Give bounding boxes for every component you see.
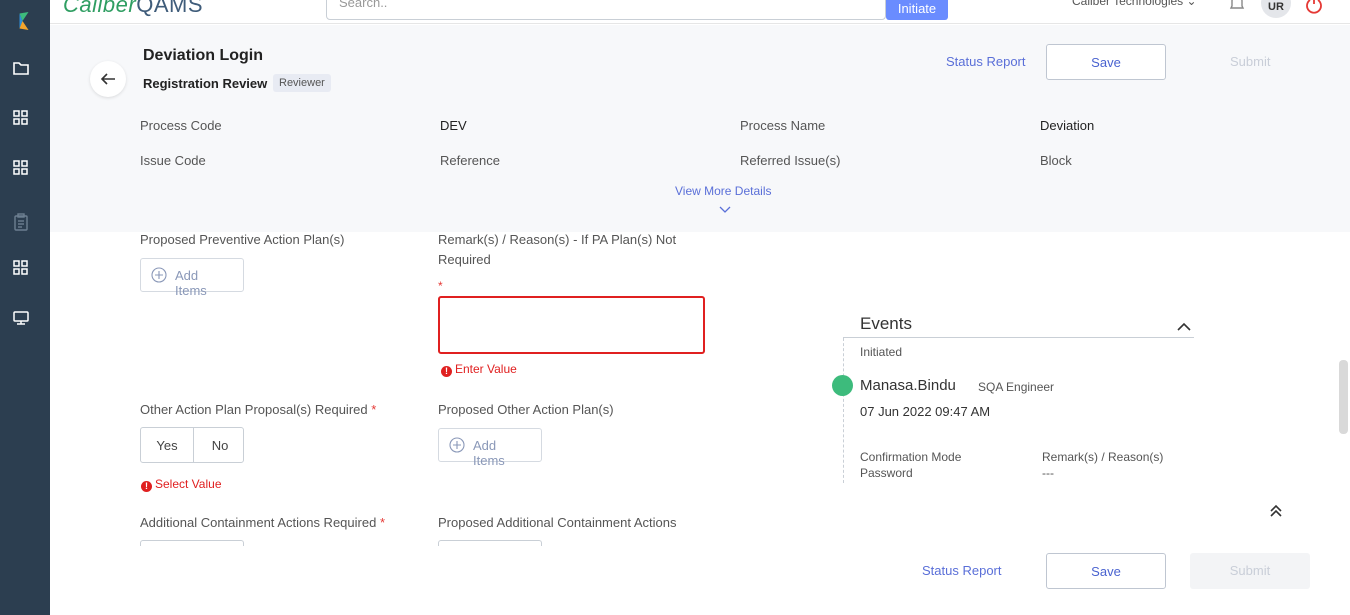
dashboard-icon[interactable]	[12, 109, 30, 127]
pa-remark-textarea[interactable]	[438, 296, 705, 354]
select-value-error: ! Select Value	[141, 477, 222, 492]
confirmation-mode-value: Password	[860, 466, 913, 480]
timeline-line	[843, 338, 844, 483]
reference-label: Reference	[440, 153, 500, 168]
add-items-label: Add Items	[175, 268, 207, 298]
page-title: Deviation Login	[143, 47, 263, 64]
submit-button-bottom[interactable]: Submit	[1190, 553, 1310, 589]
process-name-value: Deviation	[1040, 118, 1095, 133]
other-add-items-button[interactable]: Add Items	[438, 428, 542, 468]
additional-label: Additional Containment Actions Required …	[140, 515, 385, 530]
process-name-label: Process Name	[740, 118, 826, 133]
block-label: Block	[1040, 153, 1072, 168]
initiate-button[interactable]: Initiate	[886, 0, 948, 20]
monitor-icon[interactable]	[12, 309, 30, 327]
chevron-down-icon: ⌄	[1186, 0, 1197, 8]
role-badge: Reviewer	[273, 74, 331, 92]
back-button[interactable]	[90, 61, 126, 97]
pa-add-items-button[interactable]: Add Items	[140, 258, 244, 298]
scroll-to-top-icon[interactable]	[1268, 503, 1284, 524]
error-icon: !	[441, 366, 452, 377]
scrollbar-thumb[interactable]	[1339, 360, 1348, 434]
event-remarks-label: Remark(s) / Reason(s)	[1042, 450, 1164, 464]
view-more-details-link[interactable]: View More Details	[675, 184, 771, 198]
save-button-bottom[interactable]: Save	[1046, 553, 1166, 589]
submit-button[interactable]: Submit	[1230, 54, 1270, 69]
company-selector[interactable]: Caliber Technologies ⌄	[1072, 0, 1197, 8]
pa-remark-label: Remark(s) / Reason(s) - If PA Plan(s) No…	[438, 232, 677, 267]
left-sidebar	[0, 0, 50, 615]
other-ap-toggle: Yes No	[140, 427, 244, 463]
status-report-link-bottom[interactable]: Status Report	[922, 563, 1002, 578]
modules-icon[interactable]	[12, 159, 30, 177]
required-marker: *	[438, 279, 443, 293]
additional-toggle[interactable]	[140, 540, 244, 546]
save-button[interactable]: Save	[1046, 44, 1166, 80]
plus-circle-icon	[151, 267, 167, 283]
process-code-value: DEV	[440, 118, 467, 133]
pa-plans-label: Proposed Preventive Action Plan(s)	[140, 232, 345, 247]
plus-circle-icon	[449, 437, 465, 453]
events-divider	[843, 337, 1194, 338]
top-bar: CaliberQAMS Search.. Initiate Caliber Te…	[50, 0, 1350, 24]
other-ap-label: Other Action Plan Proposal(s) Required *	[140, 402, 377, 417]
page-subtitle: Registration Review	[143, 76, 268, 91]
event-date: 07 Jun 2022 09:47 AM	[860, 404, 991, 419]
power-icon[interactable]	[1304, 0, 1324, 14]
additional-add-items-button[interactable]	[438, 540, 542, 546]
folder-icon[interactable]	[12, 59, 30, 77]
event-role: SQA Engineer	[978, 380, 1055, 394]
search-input[interactable]: Search..	[326, 0, 886, 20]
add-items-label: Add Items	[473, 438, 505, 468]
enter-value-error: ! Enter Value	[441, 362, 517, 377]
app-logo-icon[interactable]	[15, 12, 35, 36]
clipboard-icon[interactable]	[12, 213, 30, 231]
record-header: Deviation Login Registration Review Revi…	[50, 25, 1350, 232]
events-title: Events	[860, 314, 912, 333]
error-icon: !	[141, 481, 152, 492]
event-status-dot	[832, 375, 853, 396]
no-option[interactable]: No	[194, 428, 246, 462]
event-stage: Initiated	[860, 345, 903, 359]
process-code-label: Process Code	[140, 118, 222, 133]
issue-code-label: Issue Code	[140, 153, 206, 168]
yes-option[interactable]: Yes	[141, 428, 193, 462]
chevron-down-icon[interactable]	[719, 201, 731, 219]
event-remarks-value: ---	[1042, 466, 1054, 480]
other-plans-label: Proposed Other Action Plan(s)	[438, 402, 614, 417]
chevron-up-icon[interactable]	[1177, 319, 1191, 337]
event-user: Manasa.Bindu	[860, 377, 956, 394]
apps-icon[interactable]	[12, 259, 30, 277]
confirmation-mode-label: Confirmation Mode	[860, 450, 962, 464]
brand-logo: CaliberQAMS	[63, 0, 203, 17]
status-report-link[interactable]: Status Report	[946, 54, 1026, 69]
avatar[interactable]: UR	[1261, 0, 1291, 18]
bell-icon[interactable]	[1228, 0, 1246, 12]
arrow-left-icon	[100, 73, 115, 85]
referred-issues-label: Referred Issue(s)	[740, 153, 841, 168]
proposed-additional-label: Proposed Additional Containment Actions	[438, 515, 677, 530]
